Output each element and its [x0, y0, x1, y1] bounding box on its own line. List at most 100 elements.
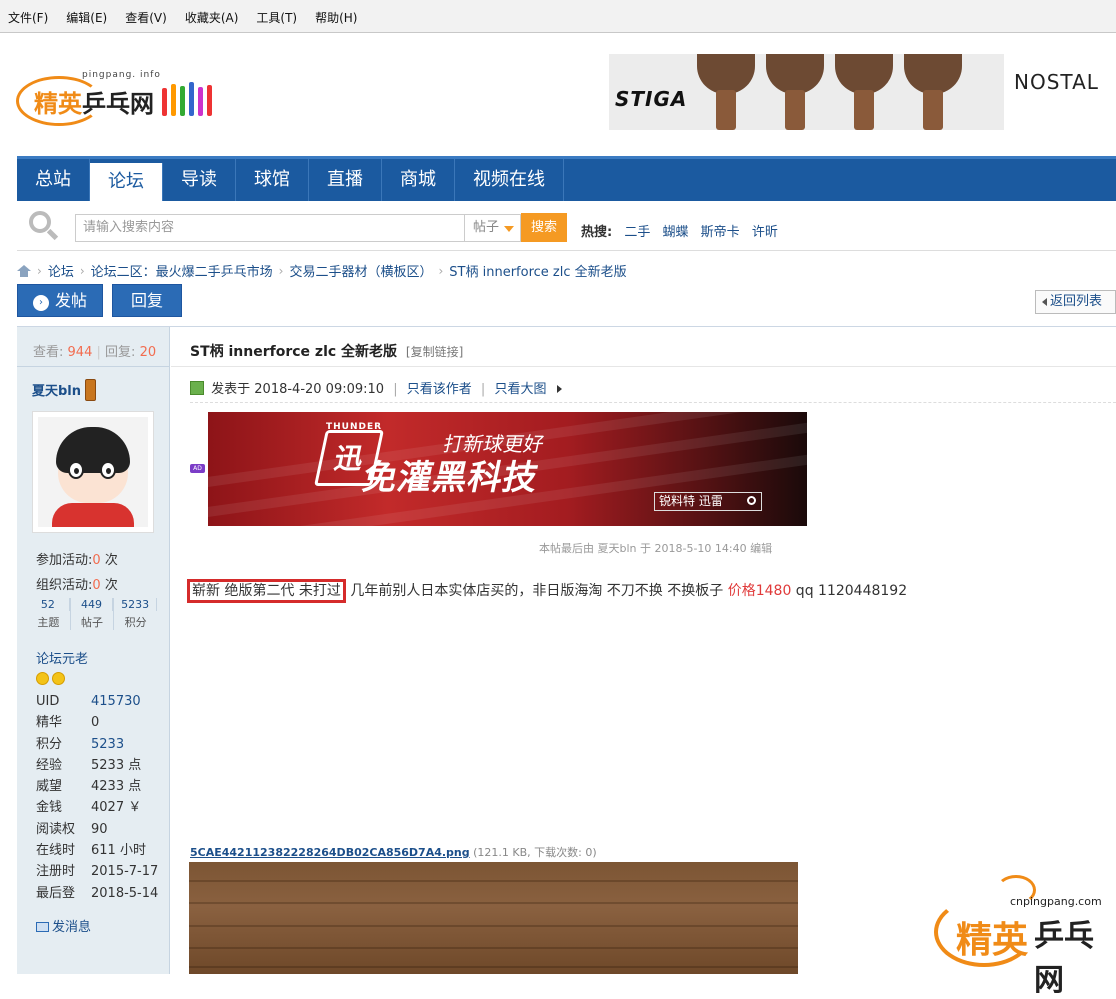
- author-name[interactable]: 夏天bln: [32, 379, 97, 401]
- menu-file[interactable]: 文件(F): [8, 9, 48, 26]
- post-title: ST柄 innerforce zlc 全新老版: [190, 344, 398, 360]
- edit-note: 本帖最后由 夏天bln 于 2018-5-10 14:40 编辑: [539, 542, 773, 555]
- views-count: 944: [67, 345, 93, 360]
- count-points[interactable]: 5233 积分: [114, 598, 158, 630]
- info-row: 经验 5233 点: [36, 755, 158, 776]
- nav-venue[interactable]: 球馆: [236, 159, 309, 201]
- medal-icons: [36, 670, 68, 686]
- author-sidebar: 查看: 944 | 回复: 20 夏天bln 参加活动:0 次 组织活动:0 次…: [17, 327, 170, 974]
- breadcrumb-separator: ›: [278, 263, 284, 278]
- avatar[interactable]: [32, 411, 154, 533]
- logo-people-icon: [162, 80, 222, 116]
- price-text: 价格1480: [727, 583, 792, 599]
- author-rank[interactable]: 论坛元老: [36, 648, 88, 667]
- search-input[interactable]: 请输入搜索内容: [75, 214, 465, 242]
- breadcrumb-separator: ›: [438, 263, 444, 278]
- activity-participate-label: 参加活动:: [36, 553, 93, 568]
- count-value: 449: [71, 598, 114, 611]
- attachment: 5CAE442112382228264DB02CA856D7A4.png (12…: [190, 844, 597, 860]
- breadcrumb-thread[interactable]: ST柄 innerforce zlc 全新老版: [449, 261, 626, 280]
- hot-search-item[interactable]: 二手: [624, 225, 650, 240]
- only-large-image-link[interactable]: 只看大图: [494, 382, 546, 397]
- watermark-jing: 精英: [956, 919, 1029, 961]
- hot-search-item[interactable]: 许昕: [752, 225, 778, 240]
- stiga-ad-banner[interactable]: STIGA: [609, 54, 1004, 130]
- count-topics[interactable]: 52 主题: [27, 598, 71, 630]
- hot-search: 热搜: 二手 蝴蝶 斯帝卡 许昕: [581, 221, 778, 240]
- breadcrumb-board[interactable]: 交易二手器材（横板区）: [289, 261, 432, 280]
- body-text: 几年前别人日本实体店买的，非日版海淘 不刀不换 不换板子: [345, 583, 728, 599]
- post-title-bar: ST柄 innerforce zlc 全新老版 [复制链接]: [171, 327, 1116, 367]
- breadcrumb: › 论坛 › 论坛二区：最火爆二手乒乓市场 › 交易二手器材（横板区） › ST…: [17, 261, 627, 280]
- count-value: 5233: [114, 598, 158, 611]
- breadcrumb-separator: ›: [37, 263, 42, 278]
- menu-view[interactable]: 查看(V): [125, 9, 167, 26]
- watermark-pp: 乒乓网: [1034, 919, 1094, 998]
- nav-shop[interactable]: 商城: [382, 159, 455, 201]
- hot-search-item[interactable]: 蝴蝶: [663, 225, 689, 240]
- send-message-link[interactable]: 发消息: [36, 916, 91, 935]
- nav-forum[interactable]: 论坛: [90, 163, 163, 201]
- breadcrumb-forum[interactable]: 论坛: [48, 261, 74, 280]
- reply-button[interactable]: 回复: [112, 284, 182, 317]
- nav-live[interactable]: 直播: [309, 159, 382, 201]
- info-row: UID 415730: [36, 691, 158, 712]
- thunder-ad-banner[interactable]: THUNDER 迅 打新球更好 免灌黑科技 锐料特 迅雷: [208, 412, 807, 526]
- info-row: 金钱 4027 ￥: [36, 797, 158, 818]
- thread-stats: 查看: 944 | 回复: 20: [17, 327, 170, 367]
- breadcrumb-section[interactable]: 论坛二区：最火爆二手乒乓市场: [91, 261, 273, 280]
- info-row: 精华 0: [36, 712, 158, 733]
- menu-edit[interactable]: 编辑(E): [66, 9, 107, 26]
- count-posts[interactable]: 449 帖子: [71, 598, 115, 630]
- site-logo[interactable]: pingpang. info 精英 乒乓网: [16, 58, 216, 126]
- info-value: 5233 点: [91, 757, 142, 773]
- info-key: 最后登: [36, 885, 76, 901]
- search-icon: [747, 496, 756, 505]
- info-row: 威望 4233 点: [36, 776, 158, 797]
- arrow-right-icon: ›: [32, 295, 49, 311]
- logo-site-text: pingpang. info: [82, 70, 161, 80]
- stats-divider: |: [96, 345, 101, 360]
- activity-organize-label: 组织活动:: [36, 578, 93, 593]
- menu-tools[interactable]: 工具(T): [256, 9, 297, 26]
- side-ad-text[interactable]: NOSTAL: [1014, 70, 1099, 94]
- copy-link-button[interactable]: [复制链接]: [406, 345, 463, 359]
- info-value: 0: [91, 715, 100, 731]
- hot-search-label: 热搜:: [581, 225, 613, 240]
- search-type-select[interactable]: 帖子: [464, 214, 521, 242]
- count-label: 主题: [37, 616, 60, 629]
- attachment-image[interactable]: [189, 862, 798, 974]
- hot-search-item[interactable]: 斯帝卡: [701, 225, 740, 240]
- blade-image: [904, 54, 962, 130]
- search-button[interactable]: 搜索: [521, 213, 567, 242]
- info-row: 积分 5233: [36, 734, 158, 755]
- info-key: 积分: [36, 736, 63, 752]
- meta-divider: |: [480, 382, 486, 397]
- thunder-search-text: 锐料特 迅雷: [659, 494, 723, 508]
- info-key: 在线时: [36, 843, 76, 859]
- nav-guide[interactable]: 导读: [163, 159, 236, 201]
- meta-divider: |: [393, 382, 398, 397]
- new-post-button[interactable]: › 发帖: [17, 284, 103, 317]
- info-row: 在线时 611 小时: [36, 840, 158, 861]
- info-value: 2015-7-17: [91, 864, 159, 880]
- search-icon: [29, 211, 59, 241]
- info-value: 2018-5-14: [91, 885, 159, 901]
- info-value[interactable]: 415730: [91, 691, 141, 712]
- activity-participate: 参加活动:0 次: [36, 549, 118, 568]
- only-author-link[interactable]: 只看该作者: [407, 382, 472, 397]
- info-row: 最后登 2018-5-14: [36, 883, 158, 904]
- moon-medal-icon: [52, 672, 65, 685]
- menu-favorites[interactable]: 收藏夹(A): [185, 9, 239, 26]
- back-to-list-button[interactable]: 返回列表: [1035, 290, 1116, 314]
- menu-bar: 文件(F) 编辑(E) 查看(V) 收藏夹(A) 工具(T) 帮助(H): [0, 0, 1116, 33]
- nav-video[interactable]: 视频在线: [455, 159, 564, 201]
- home-icon[interactable]: [17, 264, 31, 277]
- nav-home[interactable]: 总站: [17, 159, 90, 201]
- info-value[interactable]: 5233: [91, 734, 124, 755]
- info-key: 金钱: [36, 800, 63, 816]
- info-key: 经验: [36, 757, 63, 773]
- attachment-link[interactable]: 5CAE442112382228264DB02CA856D7A4.png: [190, 846, 470, 859]
- menu-help[interactable]: 帮助(H): [315, 9, 357, 26]
- search-bar: 请输入搜索内容 帖子 搜索 热搜: 二手 蝴蝶 斯帝卡 许昕: [17, 201, 1116, 251]
